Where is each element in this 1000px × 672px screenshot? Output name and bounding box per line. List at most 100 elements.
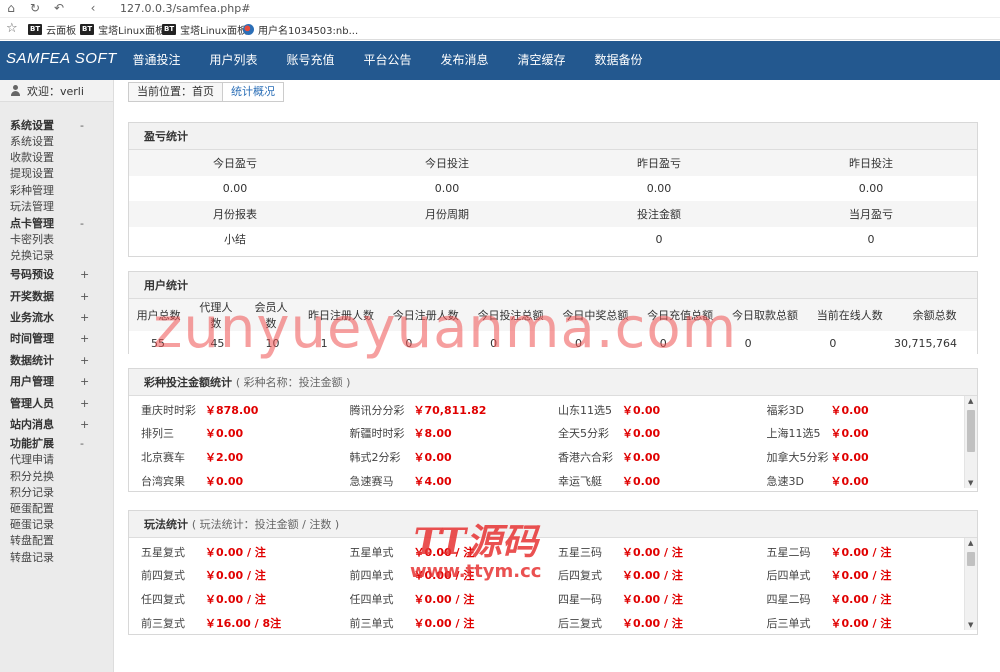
item-name: 新疆时时彩 (349, 427, 405, 441)
sidebar-group-label: 业务流水 (10, 311, 54, 325)
sidebar-group-label: 时间管理 (10, 332, 54, 346)
sidebar-group[interactable]: 号码预设 + (0, 264, 113, 285)
list-item: 排列三 ￥0.00 (129, 425, 338, 441)
menu-platform-notice[interactable]: 平台公告 (349, 41, 426, 80)
sidebar-group[interactable]: 业务流水 + (0, 307, 113, 328)
menu-publish-message[interactable]: 发布消息 (426, 41, 503, 80)
sidebar-item[interactable]: 积分记录 (0, 485, 113, 501)
list-item: 幸运飞艇 ￥0.00 (546, 473, 755, 488)
sidebar-group[interactable]: 数据统计 + (0, 350, 113, 371)
menu-clear-cache[interactable]: 清空缓存 (503, 41, 580, 80)
url-text[interactable]: 127.0.0.3/samfea.php# (120, 2, 250, 15)
item-amount: ￥0.00 (830, 427, 869, 441)
user-stat-value: 0 (807, 331, 893, 356)
bookmark-item[interactable]: BT 宝塔Linux面板 (162, 22, 247, 37)
home-icon[interactable]: ⌂ (4, 1, 18, 15)
item-amount: ￥0.00 / 注 (830, 569, 892, 583)
sidebar-group[interactable]: 站内消息 + (0, 414, 113, 435)
expand-icon[interactable]: + (80, 414, 89, 435)
sidebar-item[interactable]: 转盘配置 (0, 533, 113, 549)
list-item: 重庆时时彩 ￥878.00 (129, 402, 338, 418)
collapse-icon[interactable]: - (80, 215, 84, 232)
sidebar-item[interactable]: 收款设置 (0, 150, 113, 166)
play-scroll-area[interactable]: 五星复式 ￥0.00 / 注五星单式 ￥0.00 / 注五星三码 ￥0.00 / 注五… (129, 538, 977, 630)
item-amount: ￥0.00 / 注 (622, 569, 683, 583)
profit-panel: 盈亏统计 今日盈亏 今日投注 昨日盈亏 昨日投注 0.00 0.00 0.00 0.00 月… (128, 122, 978, 257)
sidebar-group[interactable]: 开奖数据 + (0, 286, 113, 307)
sidebar-group[interactable]: 管理人员 + (0, 393, 113, 414)
scroll-down-icon[interactable]: ▼ (968, 479, 973, 487)
sidebar-item[interactable]: 积分兑换 (0, 469, 113, 485)
undo-icon[interactable]: ↶ (52, 1, 66, 15)
menu-account-recharge[interactable]: 账号充值 (272, 41, 349, 80)
bookmark-item[interactable]: BT 宝塔Linux面板 (80, 22, 165, 37)
item-amount: ￥0.00 / 注 (622, 592, 683, 606)
item-amount: ￥0.00 / 注 (413, 616, 475, 630)
list-item: 韩式2分彩 ￥0.00 (338, 449, 547, 465)
list-item: 后三单式 ￥0.00 / 注 (755, 615, 964, 630)
list-item: 腾讯分分彩 ￥70,811.82 (338, 402, 547, 418)
item-name: 前四单式 (349, 569, 394, 583)
sidebar-item[interactable]: 转盘记录 (0, 550, 113, 566)
list-item: 香港六合彩 ￥0.00 (546, 449, 755, 465)
user-stat-value: 55 (129, 331, 189, 356)
lottery-scrollbar[interactable]: ▲ ▼ (964, 396, 977, 488)
scroll-up-icon[interactable]: ▲ (968, 539, 973, 547)
sidebar-item[interactable]: 卡密列表 (0, 232, 113, 248)
expand-icon[interactable]: + (80, 350, 89, 371)
expand-icon[interactable]: + (80, 328, 89, 349)
profit-header-cell: 今日投注 (341, 150, 553, 176)
sidebar-item[interactable]: 提现设置 (0, 166, 113, 182)
menu-user-list[interactable]: 用户列表 (195, 41, 272, 80)
item-name: 台湾宾果 (141, 474, 185, 488)
lottery-scroll-area[interactable]: 重庆时时彩 ￥878.00 腾讯分分彩 ￥70,811.82 山东11选5 ￥0.00 福彩… (129, 396, 977, 488)
user-stat-header: 代理人数 (188, 299, 244, 331)
expand-icon[interactable]: + (80, 371, 89, 392)
list-item: 前四复式 ￥0.00 / 注 (129, 567, 338, 583)
sidebar-item[interactable]: 代理申请 (0, 452, 113, 468)
list-item: 加拿大5分彩 ￥0.00 (755, 449, 964, 465)
lottery-stat-panel: 彩种投注金额统计 ( 彩种名称：投注金额 ) 重庆时时彩 ￥878.00 腾讯分分彩… (128, 368, 978, 492)
sidebar-group[interactable]: 时间管理 + (0, 328, 113, 349)
sidebar-group[interactable]: 系统设置 - (0, 117, 113, 134)
collapse-icon[interactable]: - (80, 117, 84, 134)
reload-icon[interactable]: ↻ (28, 1, 42, 15)
sidebar-group-label: 数据统计 (10, 353, 54, 367)
user-stat-title: 用户统计 (129, 272, 977, 299)
collapse-icon[interactable]: - (80, 435, 84, 452)
sidebar-item[interactable]: 玩法管理 (0, 199, 113, 215)
scroll-thumb[interactable] (967, 552, 975, 566)
profit-table: 今日盈亏 今日投注 昨日盈亏 昨日投注 0.00 0.00 0.00 0.00 月份报表 月份… (129, 150, 977, 252)
play-scrollbar[interactable]: ▲ ▼ (964, 538, 977, 630)
user-stat-panel: 用户统计 用户总数 代理人数 会员人数 昨日注册人数 今日注册人数 今日投注总额 今日中奖总… (128, 271, 978, 356)
sidebar-group[interactable]: 用户管理 + (0, 371, 113, 392)
sidebar-item[interactable]: 彩种管理 (0, 183, 113, 199)
star-icon[interactable]: ☆ (6, 21, 18, 36)
tab-stat-overview[interactable]: 统计概况 (223, 82, 284, 102)
expand-icon[interactable]: + (80, 264, 89, 285)
sidebar-group-label: 点卡管理 (10, 216, 54, 230)
expand-icon[interactable]: + (80, 307, 89, 328)
back-icon[interactable]: ‹ (86, 1, 100, 15)
sidebar-item[interactable]: 砸蛋记录 (0, 517, 113, 533)
item-amount: ￥0.00 (622, 474, 661, 488)
sidebar-group[interactable]: 功能扩展 - (0, 435, 113, 452)
expand-icon[interactable]: + (80, 286, 89, 307)
bookmark-item[interactable]: 用户名1034503:nb... (243, 22, 358, 37)
menu-data-backup[interactable]: 数据备份 (580, 41, 657, 80)
scroll-thumb[interactable] (967, 410, 975, 452)
list-item: 四星二码 ￥0.00 / 注 (755, 591, 964, 607)
scroll-up-icon[interactable]: ▲ (968, 397, 973, 405)
sidebar-group-label: 号码预设 (10, 268, 54, 282)
item-name: 后三单式 (766, 616, 811, 630)
item-amount: ￥0.00 / 注 (413, 592, 475, 606)
bookmark-item[interactable]: BT 云面板 (28, 22, 76, 37)
sidebar-item[interactable]: 兑换记录 (0, 248, 113, 264)
menu-normal-bet[interactable]: 普通投注 (118, 41, 195, 80)
sidebar-item[interactable]: 系统设置 (0, 134, 113, 150)
sidebar-group[interactable]: 点卡管理 - (0, 215, 113, 232)
scroll-down-icon[interactable]: ▼ (968, 621, 973, 629)
sidebar-item[interactable]: 砸蛋配置 (0, 501, 113, 517)
expand-icon[interactable]: + (80, 393, 89, 414)
list-item: 任四单式 ￥0.00 / 注 (338, 591, 547, 607)
